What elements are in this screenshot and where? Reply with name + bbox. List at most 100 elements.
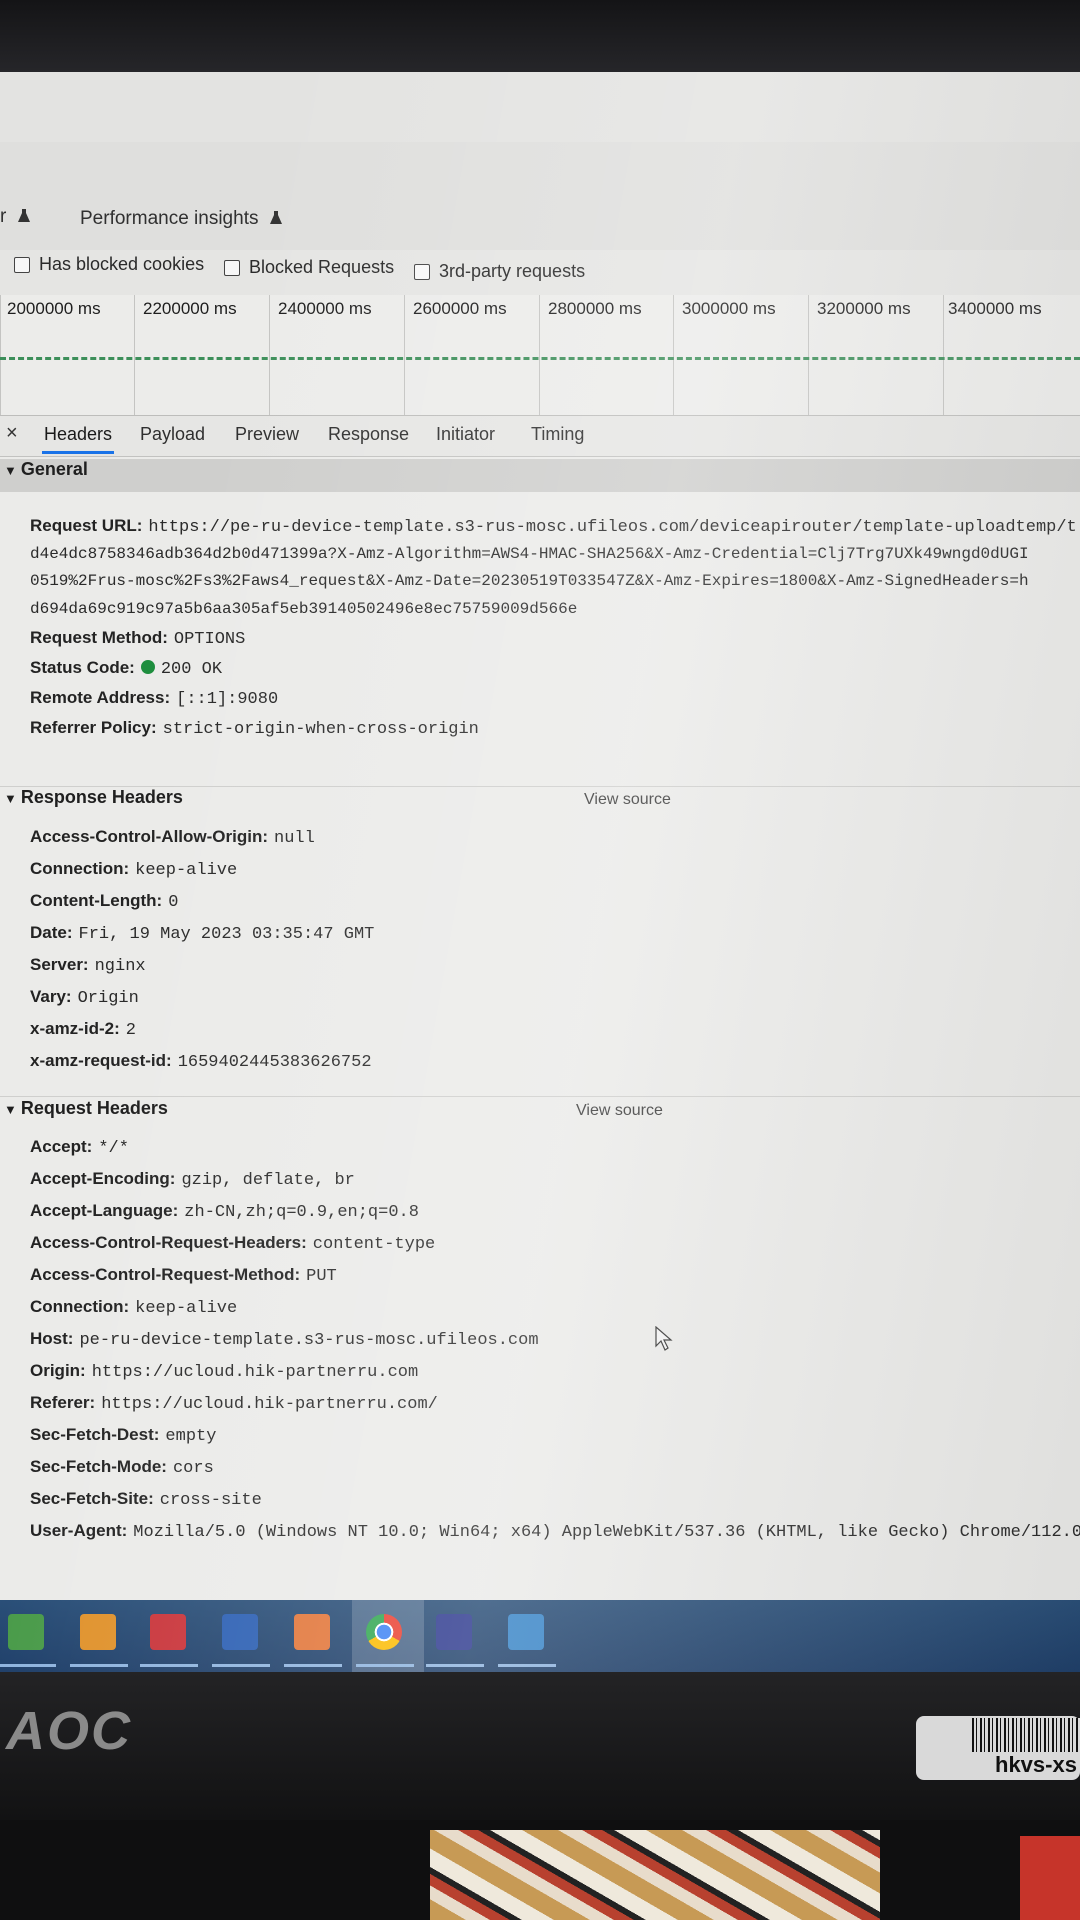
header-value[interactable]: cross-site <box>160 1491 262 1510</box>
compass-icon[interactable] <box>294 1614 330 1650</box>
header-row: Access-Control-Request-Method: PUT <box>30 1265 337 1286</box>
header-row: Access-Control-Request-Headers: content-t… <box>30 1233 435 1254</box>
photos-icon[interactable] <box>508 1614 544 1650</box>
chrome-icon[interactable] <box>366 1614 402 1650</box>
header-key: Connection: <box>30 859 130 878</box>
collapse-triangle-icon: ▼ <box>4 1102 17 1117</box>
tab-performance-insights[interactable]: Performance insights <box>80 208 282 230</box>
has-blocked-cookies-checkbox[interactable]: Has blocked cookies <box>14 254 204 275</box>
desk-mat <box>430 1830 880 1920</box>
header-key: Referer: <box>30 1393 96 1412</box>
request-headers-section-header[interactable]: ▼ Request Headers View source <box>0 1098 1080 1130</box>
intellij-icon[interactable] <box>436 1614 472 1650</box>
header-value[interactable]: 0 <box>168 893 178 912</box>
header-value[interactable]: 1659402445383626752 <box>178 1053 372 1072</box>
request-method-value[interactable]: OPTIONS <box>174 630 245 649</box>
section-divider <box>0 1096 1080 1097</box>
tab-headers[interactable]: Headers <box>41 424 115 454</box>
header-key: x-amz-request-id: <box>30 1051 172 1070</box>
tab-initiator[interactable]: Initiator <box>436 424 495 445</box>
heart-app-icon[interactable] <box>150 1614 186 1650</box>
response-view-source-link[interactable]: View source <box>584 791 671 809</box>
status-code-value[interactable]: 200 OK <box>161 660 222 679</box>
timeline-tick: 2600000 ms <box>404 295 507 415</box>
general-section-header[interactable]: ▼ General <box>0 459 1080 492</box>
tab-payload[interactable]: Payload <box>140 424 205 445</box>
timeline-tick-label: 2400000 ms <box>278 299 372 318</box>
header-value[interactable]: zh-CN,zh;q=0.9,en;q=0.8 <box>184 1203 419 1222</box>
header-value[interactable]: keep-alive <box>135 861 237 880</box>
header-value[interactable]: https://ucloud.hik-partnerru.com <box>92 1363 418 1382</box>
referrer-policy-row: Referrer Policy: strict-origin-when-cross… <box>30 718 479 739</box>
timeline-tick: 2200000 ms <box>134 295 237 415</box>
taskbar-running-indicator <box>140 1664 198 1667</box>
network-overview-timeline[interactable]: 2000000 ms 2200000 ms 2400000 ms 2600000… <box>0 295 1080 416</box>
header-value[interactable]: null <box>274 829 315 848</box>
header-row: Host: pe-ru-device-template.s3-rus-mosc.u… <box>30 1329 539 1350</box>
header-key: Accept-Language: <box>30 1201 179 1220</box>
header-key: Content-Length: <box>30 891 163 910</box>
header-value[interactable]: Origin <box>78 989 139 1008</box>
header-value[interactable]: Fri, 19 May 2023 03:35:47 GMT <box>79 925 375 944</box>
header-key: Access-Control-Allow-Origin: <box>30 827 269 846</box>
header-key: Accept: <box>30 1137 93 1156</box>
devtools-top-bar <box>0 72 1080 143</box>
tab-preview[interactable]: Preview <box>235 424 299 445</box>
header-value[interactable]: cors <box>173 1459 214 1478</box>
general-title: General <box>20 459 88 479</box>
header-value[interactable]: keep-alive <box>135 1299 237 1318</box>
header-value[interactable]: 2 <box>126 1021 136 1040</box>
header-key: Date: <box>30 923 73 942</box>
header-value[interactable]: */* <box>98 1139 129 1158</box>
header-value[interactable]: gzip, deflate, br <box>181 1171 354 1190</box>
remote-address-value[interactable]: [::1]:9080 <box>176 690 278 709</box>
request-url-continued[interactable]: d694da69c919c97a5b6aa305af5eb39140502496… <box>30 600 577 618</box>
third-party-requests-label: 3rd-party requests <box>439 261 586 281</box>
tab-response[interactable]: Response <box>328 424 409 445</box>
header-key: Origin: <box>30 1361 86 1380</box>
desk-object <box>1020 1836 1080 1920</box>
tab-previous-panel[interactable]: r <box>0 206 30 228</box>
header-key: Connection: <box>30 1297 130 1316</box>
header-key: User-Agent: <box>30 1521 128 1540</box>
timeline-tick-label: 3400000 ms <box>948 299 1042 318</box>
timeline-tick-label: 2600000 ms <box>413 299 507 318</box>
request-url-value[interactable]: https://pe-ru-device-template.s3-rus-mos… <box>148 518 1076 537</box>
tab-timing[interactable]: Timing <box>531 424 584 445</box>
notepad-icon[interactable] <box>8 1614 44 1650</box>
timeline-tick-label: 3200000 ms <box>817 299 911 318</box>
header-value[interactable]: content-type <box>313 1235 435 1254</box>
collapse-triangle-icon: ▼ <box>4 791 17 806</box>
third-party-requests-checkbox[interactable]: 3rd-party requests <box>414 261 585 282</box>
taskbar-running-indicator <box>70 1664 128 1667</box>
header-row: Referer: https://ucloud.hik-partnerru.com… <box>30 1393 438 1414</box>
timeline-tick: 3000000 ms <box>673 295 776 415</box>
taskbar-running-indicator <box>426 1664 484 1667</box>
header-value[interactable]: PUT <box>306 1267 337 1286</box>
request-url-continued[interactable]: 0519%2Frus-mosc%2Fs3%2Faws4_request&X-Am… <box>30 572 1029 590</box>
has-blocked-cookies-label: Has blocked cookies <box>39 254 205 274</box>
close-icon[interactable]: × <box>6 422 18 445</box>
header-value[interactable]: pe-ru-device-template.s3-rus-mosc.ufileo… <box>79 1331 538 1350</box>
request-url-continued[interactable]: d4e4dc8758346adb364d2b0d471399a?X-Amz-Al… <box>30 545 1029 563</box>
remote-address-key: Remote Address: <box>30 688 171 707</box>
screen: r Performance insights Has blocked cooki… <box>0 72 1080 1672</box>
header-key: Server: <box>30 955 89 974</box>
header-value[interactable]: https://ucloud.hik-partnerru.com/ <box>101 1395 438 1414</box>
header-row: Accept-Encoding: gzip, deflate, br <box>30 1169 355 1190</box>
request-view-source-link[interactable]: View source <box>576 1102 663 1120</box>
taskbar-running-indicator <box>356 1664 414 1667</box>
network-icon[interactable] <box>80 1614 116 1650</box>
header-value[interactable]: Mozilla/5.0 (Windows NT 10.0; Win64; x64… <box>133 1523 1080 1542</box>
blocked-requests-checkbox[interactable]: Blocked Requests <box>224 257 394 278</box>
word-icon[interactable] <box>222 1614 258 1650</box>
response-headers-section-header[interactable]: ▼ Response Headers View source <box>0 787 1080 819</box>
header-row: Connection: keep-alive <box>30 1297 237 1318</box>
header-value[interactable]: nginx <box>95 957 146 976</box>
timeline-tick-label: 2200000 ms <box>143 299 237 318</box>
request-url-key: Request URL: <box>30 516 143 535</box>
header-value[interactable]: empty <box>165 1427 216 1446</box>
collapse-triangle-icon: ▼ <box>4 463 17 478</box>
header-row: Server: nginx <box>30 955 146 976</box>
referrer-policy-value[interactable]: strict-origin-when-cross-origin <box>163 720 479 739</box>
